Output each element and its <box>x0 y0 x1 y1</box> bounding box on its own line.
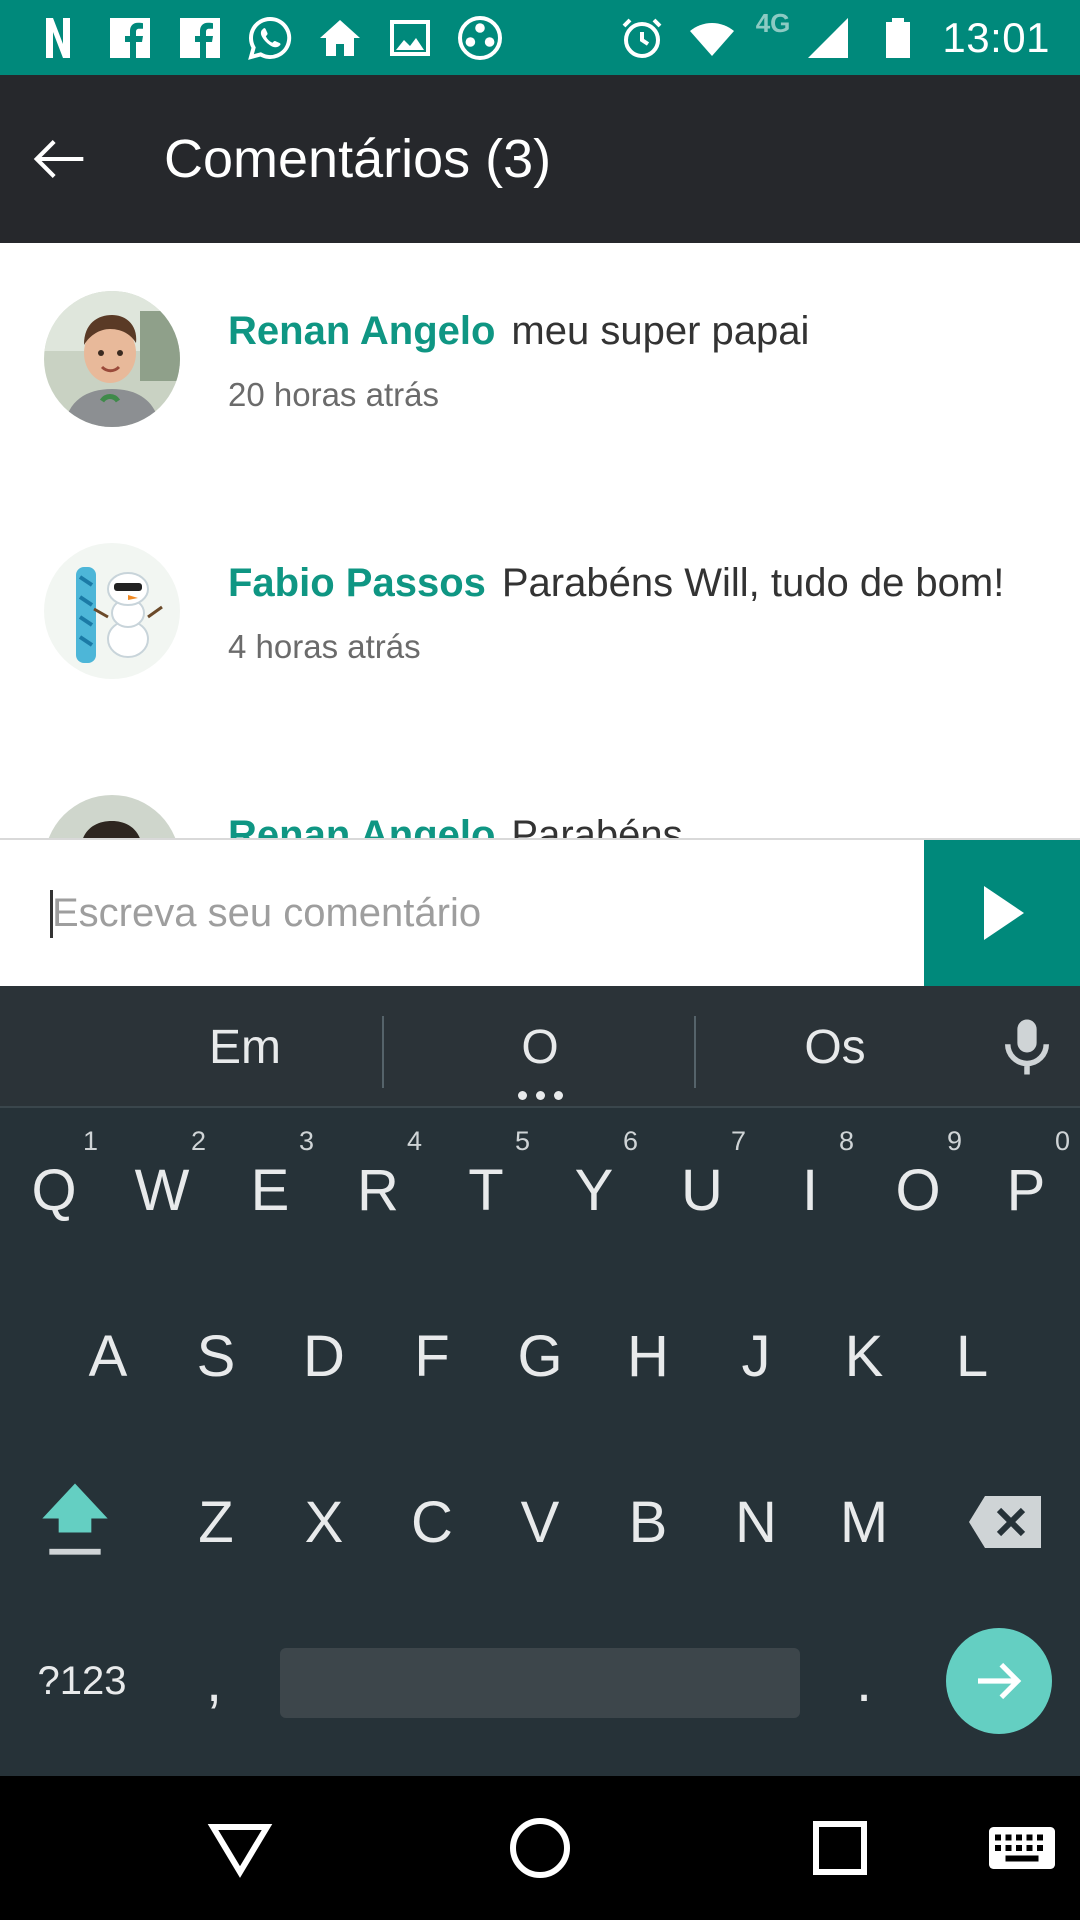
facebook-icon <box>104 12 156 64</box>
clock: 13:01 <box>942 13 1050 61</box>
divider <box>694 1016 696 1088</box>
keyboard-row-4: ?123 , . <box>0 1586 1080 1776</box>
key-q[interactable]: Q1 <box>0 1110 108 1270</box>
space-bar[interactable] <box>280 1648 800 1718</box>
backspace-icon <box>969 1496 1041 1548</box>
comments-list[interactable]: Renan Angelo meu super papai 20 horas at… <box>0 243 1080 838</box>
key-z[interactable]: Z <box>162 1442 270 1602</box>
keyboard-row-1: Q1 W2 E3 R4 T5 Y6 U7 I8 O9 P0 <box>0 1110 1080 1270</box>
signal-icon <box>802 12 854 64</box>
key-i[interactable]: I8 <box>756 1110 864 1270</box>
comment-author[interactable]: Renan Angelo <box>228 309 495 354</box>
system-icons: 4G 13:01 <box>616 0 1080 75</box>
home-nav-button[interactable] <box>498 1806 582 1890</box>
alarm-icon <box>616 12 668 64</box>
suggestion-center[interactable]: O <box>440 986 640 1108</box>
key-t[interactable]: T5 <box>432 1110 540 1270</box>
film-reel-icon <box>454 12 506 64</box>
symbols-key[interactable]: ?123 <box>22 1586 142 1776</box>
back-button[interactable] <box>0 99 120 219</box>
shift-key[interactable] <box>20 1442 130 1602</box>
page-title: Comentários (3) <box>164 129 552 189</box>
key-u[interactable]: U7 <box>648 1110 756 1270</box>
comment-input[interactable] <box>50 890 924 936</box>
comment-item: Renan Angelo Parabéns <box>0 747 1080 838</box>
comment-input-wrapper[interactable] <box>0 840 924 986</box>
key-j[interactable]: J <box>702 1276 810 1436</box>
wifi-icon <box>686 12 738 64</box>
keyboard-row-2: A S D F G H J K L <box>0 1276 1080 1436</box>
comment-text: meu super papai <box>511 309 810 353</box>
comment-timestamp: 4 horas atrás <box>228 628 421 665</box>
battery-icon <box>872 12 924 64</box>
keyboard-icon <box>989 1827 1055 1869</box>
key-d[interactable]: D <box>270 1276 378 1436</box>
send-button[interactable] <box>924 840 1080 986</box>
key-c[interactable]: C <box>378 1442 486 1602</box>
play-arrow-icon <box>984 886 1024 940</box>
key-m[interactable]: M <box>810 1442 918 1602</box>
key-v[interactable]: V <box>486 1442 594 1602</box>
keyboard-switch-button[interactable] <box>980 1806 1064 1890</box>
microphone-icon[interactable] <box>994 1014 1060 1080</box>
comment-item: Fabio Passos Parabéns Will, tudo de bom!… <box>0 495 1080 747</box>
soft-keyboard: Em O Os Q1 W2 E3 R4 T5 Y6 U7 I8 O9 P0 A … <box>0 986 1080 1776</box>
home-icon <box>314 12 366 64</box>
whatsapp-icon <box>244 12 296 64</box>
avatar <box>44 795 180 838</box>
backspace-key[interactable] <box>950 1442 1060 1602</box>
comment-timestamp: 20 horas atrás <box>228 376 439 413</box>
back-nav-button[interactable] <box>198 1806 282 1890</box>
go-button[interactable] <box>946 1628 1052 1734</box>
recents-nav-button[interactable] <box>798 1806 882 1890</box>
comment-text: Parabéns <box>511 813 683 838</box>
key-a[interactable]: A <box>54 1276 162 1436</box>
comment-text: Parabéns Will, tudo de bom! <box>501 561 1005 605</box>
comma-key[interactable]: , <box>160 1586 268 1776</box>
key-h[interactable]: H <box>594 1276 702 1436</box>
shift-arrow-icon <box>42 1483 108 1555</box>
more-suggestions-icon[interactable] <box>518 1091 563 1100</box>
key-r[interactable]: R4 <box>324 1110 432 1270</box>
triangle-down-icon <box>207 1824 273 1878</box>
status-bar: 4G 13:01 <box>0 0 1080 75</box>
circle-icon <box>510 1818 570 1878</box>
avatar <box>44 291 180 427</box>
divider <box>382 1016 384 1088</box>
app-toolbar: Comentários (3) <box>0 75 1080 243</box>
key-y[interactable]: Y6 <box>540 1110 648 1270</box>
key-l[interactable]: L <box>918 1276 1026 1436</box>
suggestion-left[interactable]: Em <box>150 986 340 1108</box>
keyboard-row-3: Z X C V B N M <box>0 1442 1080 1602</box>
navigation-bar <box>0 1776 1080 1920</box>
key-w[interactable]: W2 <box>108 1110 216 1270</box>
key-e[interactable]: E3 <box>216 1110 324 1270</box>
square-icon <box>813 1821 867 1875</box>
suggestion-strip: Em O Os <box>0 986 1080 1108</box>
gallery-icon <box>384 12 436 64</box>
avatar <box>44 543 180 679</box>
key-n[interactable]: N <box>702 1442 810 1602</box>
key-g[interactable]: G <box>486 1276 594 1436</box>
key-o[interactable]: O9 <box>864 1110 972 1270</box>
comment-composer <box>0 838 1080 986</box>
netflix-icon <box>34 12 86 64</box>
key-s[interactable]: S <box>162 1276 270 1436</box>
comment-item: Renan Angelo meu super papai 20 horas at… <box>0 243 1080 495</box>
arrow-right-icon <box>978 1662 1022 1700</box>
period-key[interactable]: . <box>810 1586 918 1776</box>
key-k[interactable]: K <box>810 1276 918 1436</box>
notification-icons <box>0 0 506 75</box>
key-f[interactable]: F <box>378 1276 486 1436</box>
suggestion-right[interactable]: Os <box>740 986 930 1108</box>
network-type: 4G <box>755 8 791 38</box>
text-cursor <box>50 890 53 938</box>
arrow-left-icon <box>33 140 84 178</box>
comment-author[interactable]: Renan Angelo <box>228 813 495 838</box>
key-b[interactable]: B <box>594 1442 702 1602</box>
facebook-icon <box>174 12 226 64</box>
comment-author[interactable]: Fabio Passos <box>228 561 486 606</box>
key-p[interactable]: P0 <box>972 1110 1080 1270</box>
key-x[interactable]: X <box>270 1442 378 1602</box>
